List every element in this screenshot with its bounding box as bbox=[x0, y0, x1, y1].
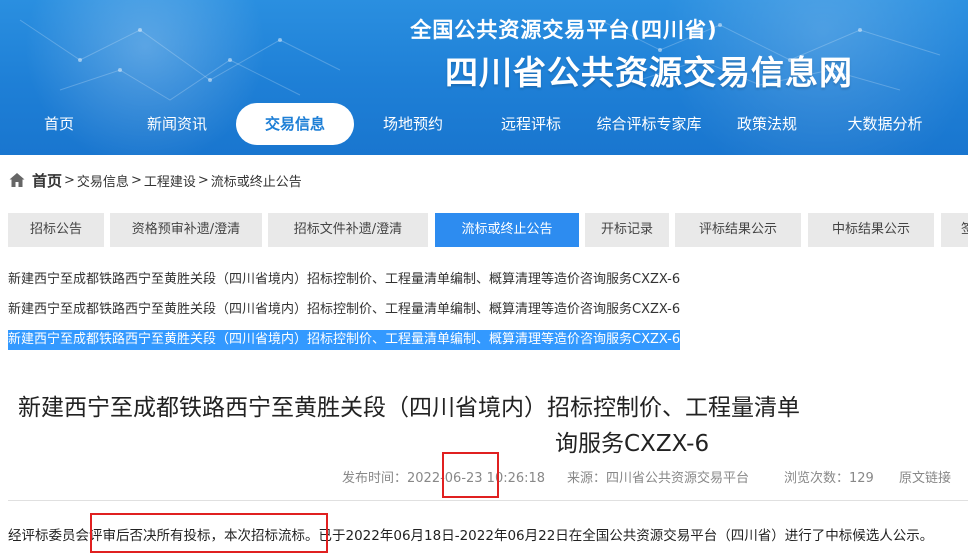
main-nav: 首页 新闻资讯 交易信息 场地预约 远程评标 综合评标专家库 政策法规 大数据分… bbox=[0, 103, 968, 147]
tab-failed-bid-notice[interactable]: 流标或终止公告 bbox=[435, 213, 579, 247]
article-source: 来源：四川省公共资源交易平台 bbox=[567, 471, 750, 486]
breadcrumb-separator: > bbox=[197, 172, 209, 188]
breadcrumb-home[interactable]: 首页 bbox=[32, 170, 62, 191]
breadcrumb: 首页 > 交易信息 > 工程建设 > 流标或终止公告 bbox=[8, 168, 304, 192]
tab-bid-opening-record[interactable]: 开标记录 bbox=[585, 213, 669, 247]
nav-item-big-data[interactable]: 大数据分析 bbox=[834, 103, 936, 145]
breadcrumb-separator: > bbox=[130, 172, 142, 188]
original-link[interactable]: 原文链接 bbox=[899, 467, 951, 486]
breadcrumb-engineering[interactable]: 工程建设 bbox=[144, 171, 196, 190]
view-count: 浏览次数：129 bbox=[784, 471, 874, 486]
related-project-link-selected[interactable]: 新建西宁至成都铁路西宁至黄胜关段（四川省境内）招标控制价、工程量清单编制、概算清… bbox=[8, 330, 681, 350]
nav-item-venue-booking[interactable]: 场地预约 bbox=[362, 103, 464, 145]
related-project-link[interactable]: 新建西宁至成都铁路西宁至黄胜关段（四川省境内）招标控制价、工程量清单编制、概算清… bbox=[8, 300, 680, 320]
breadcrumb-current[interactable]: 流标或终止公告 bbox=[211, 171, 302, 190]
home-icon bbox=[9, 173, 25, 187]
tab-tender-doc-addendum[interactable]: 招标文件补遗/澄清 bbox=[268, 213, 428, 247]
nav-item-news[interactable]: 新闻资讯 bbox=[126, 103, 228, 145]
article-title-line2: 询服务CXZX-6 bbox=[555, 431, 710, 457]
tab-evaluation-result[interactable]: 评标结果公示 bbox=[675, 213, 801, 247]
site-subtitle: 全国公共资源交易平台(四川省) bbox=[410, 18, 718, 42]
tab-prequal-addendum[interactable]: 资格预审补遗/澄清 bbox=[110, 213, 262, 247]
nav-item-remote-evaluation[interactable]: 远程评标 bbox=[480, 103, 582, 145]
site-title: 四川省公共资源交易信息网 bbox=[445, 53, 853, 92]
related-project-list: 新建西宁至成都铁路西宁至黄胜关段（四川省境内）招标控制价、工程量清单编制、概算清… bbox=[8, 270, 681, 360]
nav-item-home[interactable]: 首页 bbox=[8, 103, 110, 145]
highlight-box-date bbox=[442, 452, 499, 498]
highlight-box-failed-bid bbox=[90, 513, 328, 553]
site-banner: 全国公共资源交易平台(四川省) 四川省公共资源交易信息网 首页 新闻资讯 交易信… bbox=[0, 0, 968, 155]
nav-item-policy[interactable]: 政策法规 bbox=[716, 103, 818, 145]
tab-contract[interactable]: 签 bbox=[941, 213, 968, 247]
article-title-line1: 新建西宁至成都铁路西宁至黄胜关段（四川省境内）招标控制价、工程量清单 bbox=[18, 395, 800, 421]
breadcrumb-trade-info[interactable]: 交易信息 bbox=[77, 171, 129, 190]
breadcrumb-separator: > bbox=[64, 172, 75, 188]
content-divider bbox=[8, 500, 968, 501]
tab-award-result[interactable]: 中标结果公示 bbox=[808, 213, 934, 247]
nav-item-trade-info[interactable]: 交易信息 bbox=[236, 103, 354, 145]
nav-item-expert-library[interactable]: 综合评标专家库 bbox=[590, 103, 708, 145]
tab-tender-notice[interactable]: 招标公告 bbox=[8, 213, 104, 247]
related-project-link[interactable]: 新建西宁至成都铁路西宁至黄胜关段（四川省境内）招标控制价、工程量清单编制、概算清… bbox=[8, 270, 680, 290]
